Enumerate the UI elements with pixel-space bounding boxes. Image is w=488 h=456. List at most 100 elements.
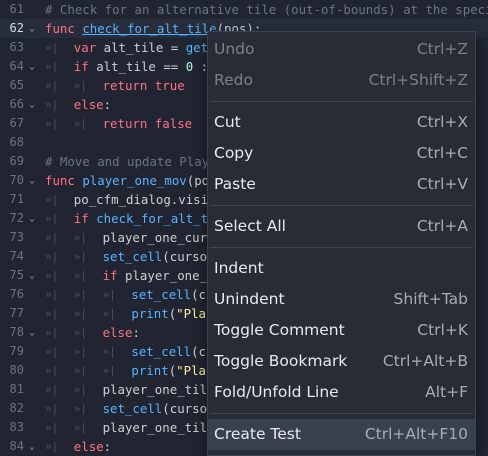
indent-guide-icon: »| (45, 421, 59, 434)
code-text: func player_one_mov(pos (45, 171, 217, 190)
indent-guide-icon: »| (45, 117, 59, 130)
menu-item-label: Unindent (214, 290, 285, 308)
fold-arrow-icon[interactable]: ⌄ (29, 266, 35, 285)
code-text: # Check for an alternative tile (out-of-… (45, 0, 488, 19)
fold-arrow-icon[interactable]: ⌄ (29, 57, 35, 76)
code-token: print (131, 306, 169, 321)
code-token: else (73, 97, 104, 112)
indent-guide-icon: »| (73, 307, 88, 320)
line-number: 66 (9, 97, 24, 111)
menu-item-select-all[interactable]: Select All Ctrl+A (208, 211, 475, 242)
indent-guide-icon: »| (45, 440, 59, 453)
menu-item-indent[interactable]: Indent (208, 253, 475, 284)
line-number: 80 (9, 363, 24, 377)
line-number: 78 (9, 325, 24, 339)
fold-arrow-icon[interactable]: ⌄ (29, 437, 35, 456)
menu-item-redo[interactable]: Redo Ctrl+Shift+Z (208, 65, 475, 96)
code-text: return false (103, 114, 193, 133)
menu-item-unindent[interactable]: Unindent Shift+Tab (208, 284, 475, 315)
fold-arrow-icon[interactable]: ⌄ (29, 19, 35, 38)
code-token: "Pla (176, 363, 207, 378)
fold-arrow-icon[interactable]: ⌄ (29, 95, 35, 114)
fold-arrow-icon[interactable]: ⌄ (29, 209, 35, 228)
code-token: if (102, 268, 125, 283)
menu-item-cut[interactable]: Cut Ctrl+X (208, 107, 475, 138)
menu-item-shortcut: Shift+Tab (393, 290, 468, 308)
menu-item-toggle-bookmark[interactable]: Toggle Bookmark Ctrl+Alt+B (208, 346, 475, 377)
indent-guide-icon: »| (45, 193, 59, 206)
indent-guide-icon: »| (102, 364, 116, 377)
menu-item-label: Select All (214, 217, 286, 235)
indent-guide-icon: »| (45, 402, 59, 415)
indent-guide-icon: »| (45, 79, 59, 92)
indent-guide-icon: »| (102, 345, 116, 358)
fold-arrow-icon[interactable]: ⌄ (29, 171, 35, 190)
indent-guide-icon: »| (73, 288, 88, 301)
indent-guide-icon: »| (73, 402, 88, 415)
menu-item-shortcut: Ctrl+K (417, 321, 468, 339)
fold-arrow-icon[interactable]: ⌄ (29, 323, 35, 342)
menu-item-create-test[interactable]: Create Test Ctrl+Alt+F10 (208, 419, 475, 450)
code-token: : (132, 325, 140, 340)
menu-separator (210, 247, 473, 248)
code-token: # Move and update Playe (45, 154, 217, 169)
code-token: po_cfm_dialog.visib (73, 192, 216, 207)
code-token: : (193, 59, 209, 74)
menu-item-label: Redo (214, 71, 253, 89)
line-number: 64 (9, 59, 24, 73)
code-token: false (154, 116, 193, 131)
code-text: # Move and update Playe (45, 152, 217, 171)
line-number: 79 (9, 344, 24, 358)
menu-item-fold-unfold-line[interactable]: Fold/Unfold Line Alt+F (208, 377, 475, 408)
code-token: set_cell (131, 287, 192, 302)
code-token: check_for_alt_ti (96, 211, 216, 226)
code-token: set_cell (102, 249, 163, 264)
line-number: 81 (9, 382, 24, 396)
indent-guide-icon: »| (45, 364, 59, 377)
indent-guide-icon: »| (73, 269, 88, 282)
indent-guide-icon: »| (73, 250, 88, 263)
code-token: set_cell (102, 401, 163, 416)
code-text: if check_for_alt_ti (74, 209, 216, 228)
indent-guide-icon: »| (73, 364, 88, 377)
menu-item-label: Create Test (214, 425, 301, 443)
indent-guide-icon: »| (73, 345, 88, 358)
menu-item-copy[interactable]: Copy Ctrl+C (208, 138, 475, 169)
code-token: "Pla (176, 306, 207, 321)
line-number: 76 (9, 287, 24, 301)
menu-item-label: Fold/Unfold Line (214, 383, 339, 401)
indent-guide-icon: »| (73, 117, 88, 130)
menu-item-paste[interactable]: Paste Ctrl+V (208, 169, 475, 200)
indent-guide-icon: »| (45, 288, 59, 301)
line-number: 77 (9, 306, 24, 320)
line-number: 71 (9, 192, 24, 206)
code-text: if alt_tile == 0 : (74, 57, 208, 76)
code-token: # Check for an alternative tile (out-of-… (45, 2, 488, 17)
line-number: 73 (9, 230, 24, 244)
code-token: set_cell (131, 344, 192, 359)
line-number: 70 (9, 173, 24, 187)
code-token: func (45, 21, 83, 36)
code-line[interactable]: 61 # Check for an alternative tile (out-o… (0, 0, 488, 19)
code-token: player_one_curr (102, 230, 215, 245)
indent-guide-icon: »| (73, 79, 88, 92)
code-text: player_one_tile (103, 380, 215, 399)
indent-guide-icon: »| (45, 60, 59, 73)
menu-item-label: Cut (214, 113, 241, 131)
code-text: else: (103, 323, 140, 342)
menu-item-shortcut: Ctrl+A (416, 217, 468, 235)
menu-item-label: Indent (214, 259, 264, 277)
line-number: 83 (9, 420, 24, 434)
line-number: 69 (9, 154, 24, 168)
line-number: 63 (9, 40, 24, 54)
code-token: player_one_tile (102, 382, 215, 397)
menu-item-toggle-comment[interactable]: Toggle Comment Ctrl+K (208, 315, 475, 346)
indent-guide-icon: »| (45, 383, 59, 396)
line-number: 67 (9, 116, 24, 130)
line-number: 84 (9, 439, 24, 453)
code-text: else: (74, 437, 111, 456)
menu-item-undo[interactable]: Undo Ctrl+Z (208, 34, 475, 65)
indent-guide-icon: »| (45, 212, 59, 225)
line-number: 61 (9, 2, 24, 16)
line-number: 68 (9, 135, 24, 149)
